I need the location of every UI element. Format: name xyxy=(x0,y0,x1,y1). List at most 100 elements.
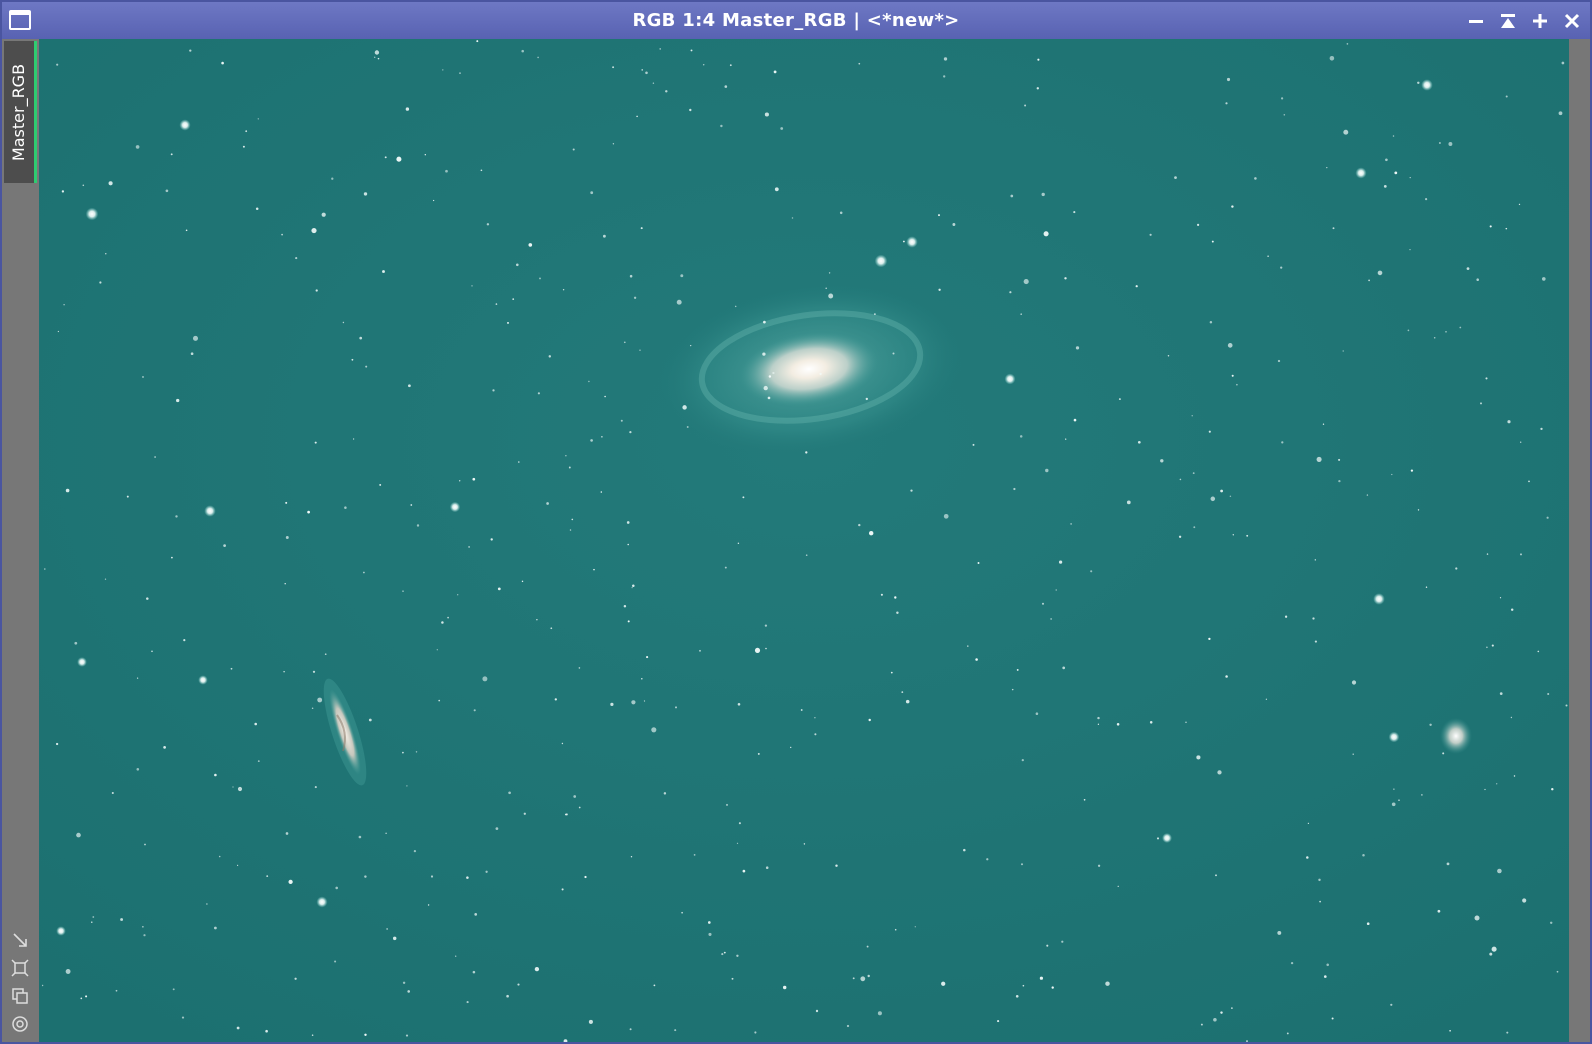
star xyxy=(612,143,615,145)
star xyxy=(284,582,286,585)
star xyxy=(221,61,224,65)
star xyxy=(1319,900,1321,903)
target-icon[interactable] xyxy=(10,1014,30,1034)
title-bar[interactable]: RGB 1:4 Master_RGB | <*new*> xyxy=(2,2,1590,39)
star xyxy=(324,653,327,656)
star xyxy=(573,795,577,798)
star xyxy=(736,954,739,957)
star xyxy=(632,584,635,588)
star xyxy=(1220,489,1223,493)
star xyxy=(396,156,402,162)
view-tab-label: Master_RGB xyxy=(9,63,29,161)
star xyxy=(738,822,741,825)
star xyxy=(623,341,626,344)
star xyxy=(447,616,449,619)
star xyxy=(104,578,107,580)
star xyxy=(754,1031,757,1034)
star xyxy=(1362,854,1365,857)
image-viewport[interactable] xyxy=(39,39,1569,1042)
star xyxy=(967,645,969,647)
resize-icon[interactable] xyxy=(10,930,30,950)
star xyxy=(1551,788,1554,791)
star xyxy=(1045,468,1049,473)
bright-star xyxy=(56,926,66,936)
star xyxy=(76,832,81,838)
star xyxy=(1342,350,1344,352)
star xyxy=(565,813,568,816)
star xyxy=(1055,589,1057,591)
star xyxy=(172,988,175,991)
star xyxy=(846,1024,850,1028)
star xyxy=(1459,326,1462,329)
star xyxy=(1149,233,1152,236)
star xyxy=(455,955,457,957)
star xyxy=(674,1029,677,1032)
bright-star xyxy=(1421,79,1433,91)
clone-icon[interactable] xyxy=(10,986,30,1006)
star xyxy=(1377,270,1383,276)
star xyxy=(41,984,44,987)
star xyxy=(363,571,365,574)
star xyxy=(335,886,338,890)
star xyxy=(1398,799,1400,801)
star xyxy=(436,649,438,651)
star xyxy=(1179,478,1182,481)
star xyxy=(572,148,575,151)
close-icon[interactable] xyxy=(1560,9,1584,33)
star xyxy=(941,981,946,986)
star xyxy=(1280,266,1283,269)
star xyxy=(351,358,354,361)
star xyxy=(1208,637,1211,641)
star xyxy=(352,438,355,440)
star xyxy=(725,803,729,806)
star xyxy=(374,50,380,55)
star xyxy=(1343,129,1349,135)
star xyxy=(1433,337,1436,339)
star xyxy=(146,597,149,600)
bright-star xyxy=(1004,373,1016,385)
vertical-scrollbar[interactable] xyxy=(1569,39,1590,1042)
bright-star xyxy=(906,236,918,248)
star xyxy=(896,611,899,615)
galaxy-ngc3077 xyxy=(1440,718,1472,754)
minimize-icon[interactable] xyxy=(1464,9,1488,33)
star xyxy=(724,566,727,569)
star xyxy=(492,389,495,392)
shade-icon[interactable] xyxy=(1496,9,1520,33)
plus-icon[interactable] xyxy=(1528,9,1552,33)
astro-image xyxy=(39,39,1569,1042)
star xyxy=(512,298,515,300)
star xyxy=(1050,618,1052,620)
view-tab-master-rgb[interactable]: Master_RGB xyxy=(4,41,37,183)
star xyxy=(1314,640,1317,643)
star xyxy=(1338,458,1341,461)
star xyxy=(1196,755,1201,760)
star xyxy=(1020,313,1022,315)
star xyxy=(626,521,630,524)
window-menu-icon[interactable] xyxy=(9,10,31,30)
star xyxy=(1277,930,1282,935)
star xyxy=(588,380,590,383)
star xyxy=(368,718,372,722)
star xyxy=(1332,227,1335,230)
star xyxy=(1561,61,1565,65)
star xyxy=(1061,940,1064,943)
fit-icon[interactable] xyxy=(10,958,30,978)
star xyxy=(65,488,70,493)
star xyxy=(245,130,248,133)
star xyxy=(1277,359,1281,363)
star xyxy=(1409,176,1411,179)
star xyxy=(1474,915,1480,921)
star xyxy=(1549,921,1553,925)
star xyxy=(1489,225,1492,228)
star xyxy=(1485,377,1488,380)
star xyxy=(588,1019,593,1024)
star xyxy=(590,191,594,195)
star xyxy=(1016,668,1019,671)
star xyxy=(765,647,767,650)
star xyxy=(1455,567,1458,570)
star xyxy=(646,656,649,659)
star xyxy=(1200,1023,1203,1026)
star xyxy=(1097,716,1100,720)
star xyxy=(1196,223,1200,227)
